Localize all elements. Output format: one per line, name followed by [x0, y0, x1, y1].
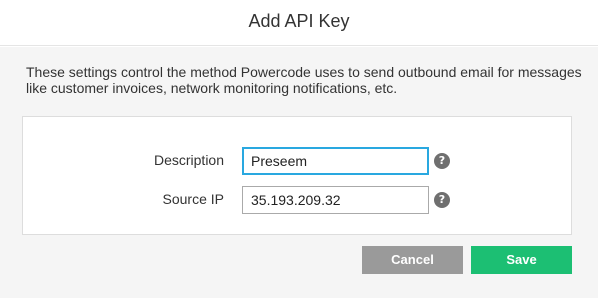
description-input[interactable] — [242, 147, 429, 175]
add-api-key-dialog: Add API Key These settings control the m… — [0, 0, 598, 298]
question-circle-icon[interactable]: ? — [434, 153, 450, 169]
question-circle-icon[interactable]: ? — [434, 192, 450, 208]
dialog-title: Add API Key — [248, 11, 350, 31]
save-button[interactable]: Save — [471, 246, 572, 274]
source-ip-row: Source IP ? — [23, 185, 573, 215]
description-row: Description ? — [23, 146, 573, 176]
dialog-header: Add API Key — [0, 0, 598, 46]
description-label: Description — [153, 152, 224, 168]
api-key-form-panel: Description ? Source IP ? — [22, 116, 572, 235]
source-ip-input[interactable] — [242, 186, 429, 214]
cancel-button[interactable]: Cancel — [362, 246, 463, 274]
dialog-body: These settings control the method Powerc… — [0, 47, 598, 298]
source-ip-label: Source IP — [162, 191, 224, 207]
dialog-description: These settings control the method Powerc… — [26, 64, 582, 96]
